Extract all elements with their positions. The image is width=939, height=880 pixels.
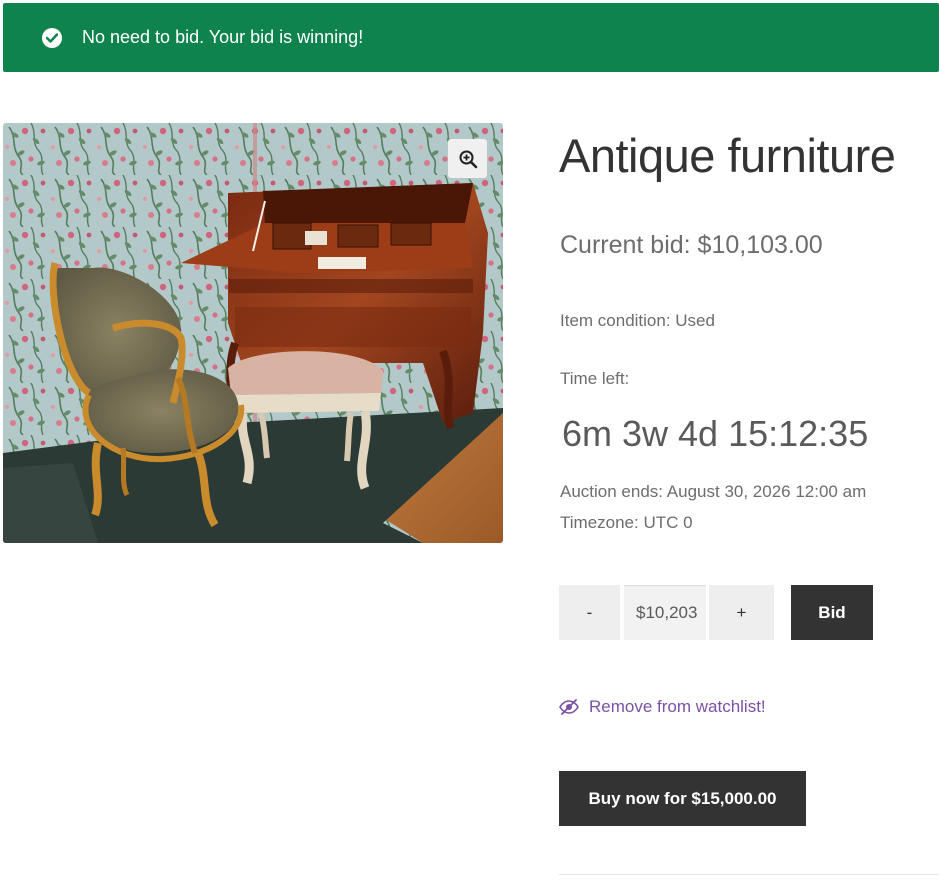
success-notice: No need to bid. Your bid is winning! — [3, 3, 939, 72]
zoom-button[interactable] — [448, 139, 487, 178]
countdown-timer: 6m 3w 4d 15:12:35 — [562, 413, 869, 454]
product-title: Antique furniture — [559, 129, 896, 182]
current-bid: Current bid: $10,103.00 — [560, 231, 823, 259]
buy-now-button[interactable]: Buy now for $15,000.00 — [559, 771, 806, 826]
item-condition: Item condition: Used — [560, 311, 715, 330]
decrease-bid-button[interactable]: - — [559, 585, 620, 640]
notice-message: No need to bid. Your bid is winning! — [82, 27, 364, 47]
time-left-label: Time left: — [560, 369, 630, 388]
zoom-in-icon — [459, 150, 477, 168]
auction-ends: Auction ends: August 30, 2026 12:00 am — [560, 482, 867, 501]
bid-button[interactable]: Bid — [791, 585, 873, 640]
product-gallery[interactable] — [3, 123, 503, 543]
remove-from-watchlist-link[interactable]: Remove from watchlist! — [559, 697, 766, 717]
check-circle-icon — [42, 27, 62, 48]
eye-slash-icon — [559, 699, 579, 715]
bid-amount-input[interactable] — [624, 585, 706, 640]
timezone: Timezone: UTC 0 — [560, 513, 693, 532]
divider — [559, 874, 939, 875]
product-image — [3, 123, 503, 543]
watchlist-label: Remove from watchlist! — [589, 697, 766, 716]
increase-bid-button[interactable]: + — [709, 585, 774, 640]
